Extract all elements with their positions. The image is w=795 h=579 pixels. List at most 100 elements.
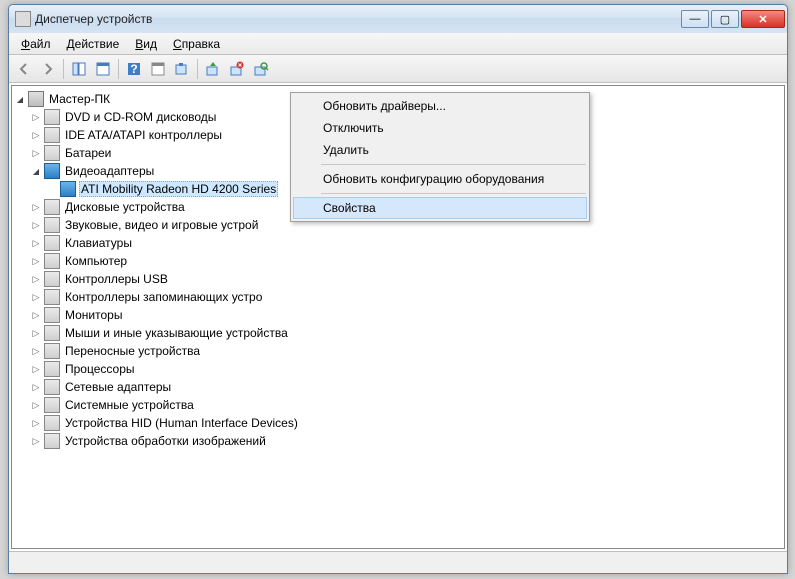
expand-toggle[interactable] bbox=[28, 292, 44, 303]
context-menu: Обновить драйверы... Отключить Удалить О… bbox=[290, 92, 590, 222]
ctx-scan-hardware[interactable]: Обновить конфигурацию оборудования bbox=[293, 168, 587, 190]
expand-toggle[interactable] bbox=[28, 436, 44, 447]
expand-toggle[interactable] bbox=[28, 310, 44, 321]
device-label: Переносные устройства bbox=[63, 343, 202, 359]
menu-help[interactable]: Справка bbox=[167, 35, 226, 53]
device-icon bbox=[44, 253, 60, 269]
scan-hardware-button[interactable] bbox=[250, 58, 272, 80]
maximize-button[interactable]: ▢ bbox=[711, 10, 739, 28]
toolbar-separator bbox=[118, 59, 119, 79]
toolbar: ? bbox=[9, 55, 787, 83]
ctx-properties[interactable]: Свойства bbox=[293, 197, 587, 219]
device-icon bbox=[44, 199, 60, 215]
expand-toggle[interactable] bbox=[28, 112, 44, 123]
device-icon bbox=[44, 271, 60, 287]
tree-category[interactable]: Переносные устройства bbox=[12, 342, 784, 360]
ctx-delete[interactable]: Удалить bbox=[293, 139, 587, 161]
toolbar-separator bbox=[197, 59, 198, 79]
device-icon bbox=[44, 361, 60, 377]
action-button[interactable] bbox=[147, 58, 169, 80]
device-icon bbox=[44, 325, 60, 341]
window-frame: Диспетчер устройств — ▢ ✕ Файл Действие … bbox=[8, 4, 788, 574]
tree-category[interactable]: Мониторы bbox=[12, 306, 784, 324]
device-icon bbox=[44, 433, 60, 449]
toolbar-separator bbox=[63, 59, 64, 79]
tree-category[interactable]: Мыши и иные указывающие устройства bbox=[12, 324, 784, 342]
device-label: Системные устройства bbox=[63, 397, 196, 413]
content-area: Мастер-ПК DVD и CD-ROM дисководы IDE ATA/A… bbox=[9, 83, 787, 551]
device-icon bbox=[44, 127, 60, 143]
device-icon bbox=[44, 217, 60, 233]
properties-button[interactable] bbox=[92, 58, 114, 80]
tree-category[interactable]: Устройства HID (Human Interface Devices) bbox=[12, 414, 784, 432]
expand-toggle[interactable] bbox=[28, 256, 44, 267]
device-label: Контроллеры запоминающих устро bbox=[63, 289, 264, 305]
forward-button[interactable] bbox=[37, 58, 59, 80]
update-driver-button[interactable] bbox=[202, 58, 224, 80]
device-icon bbox=[44, 397, 60, 413]
expand-toggle[interactable] bbox=[28, 382, 44, 393]
device-label: Мастер-ПК bbox=[47, 91, 112, 107]
expand-toggle[interactable] bbox=[28, 238, 44, 249]
expand-toggle[interactable] bbox=[28, 274, 44, 285]
menu-view[interactable]: Вид bbox=[129, 35, 163, 53]
tree-category[interactable]: Контроллеры запоминающих устро bbox=[12, 288, 784, 306]
device-icon bbox=[44, 109, 60, 125]
expand-toggle[interactable] bbox=[28, 346, 44, 357]
device-label: IDE ATA/ATAPI контроллеры bbox=[63, 127, 224, 143]
back-button[interactable] bbox=[13, 58, 35, 80]
device-label: Устройства HID (Human Interface Devices) bbox=[63, 415, 300, 431]
device-label: Мониторы bbox=[63, 307, 124, 323]
ctx-separator bbox=[321, 193, 586, 194]
device-label: DVD и CD-ROM дисководы bbox=[63, 109, 218, 125]
device-label: Видеоадаптеры bbox=[63, 163, 156, 179]
window-title: Диспетчер устройств bbox=[35, 12, 679, 26]
titlebar[interactable]: Диспетчер устройств — ▢ ✕ bbox=[9, 5, 787, 33]
expand-toggle[interactable] bbox=[28, 148, 44, 159]
status-bar bbox=[9, 551, 787, 573]
expand-toggle[interactable] bbox=[28, 202, 44, 213]
device-label: Батареи bbox=[63, 145, 113, 161]
device-icon bbox=[44, 163, 60, 179]
show-hide-tree-button[interactable] bbox=[68, 58, 90, 80]
device-icon bbox=[44, 145, 60, 161]
device-icon bbox=[60, 181, 76, 197]
tree-category[interactable]: Системные устройства bbox=[12, 396, 784, 414]
device-label: Устройства обработки изображений bbox=[63, 433, 268, 449]
device-label: Процессоры bbox=[63, 361, 137, 377]
tree-category[interactable]: Процессоры bbox=[12, 360, 784, 378]
device-icon bbox=[28, 91, 44, 107]
expand-toggle[interactable] bbox=[28, 220, 44, 231]
device-icon bbox=[44, 289, 60, 305]
device-label: Сетевые адаптеры bbox=[63, 379, 173, 395]
expand-toggle[interactable] bbox=[28, 364, 44, 375]
tree-category[interactable]: Клавиатуры bbox=[12, 234, 784, 252]
tree-category[interactable]: Компьютер bbox=[12, 252, 784, 270]
device-label: Компьютер bbox=[63, 253, 129, 269]
ctx-update-drivers[interactable]: Обновить драйверы... bbox=[293, 95, 587, 117]
device-icon bbox=[44, 307, 60, 323]
menu-action[interactable]: Действие bbox=[61, 35, 126, 53]
tree-category[interactable]: Устройства обработки изображений bbox=[12, 432, 784, 450]
tree-category[interactable]: Контроллеры USB bbox=[12, 270, 784, 288]
expand-toggle[interactable] bbox=[12, 95, 28, 104]
menu-file[interactable]: Файл bbox=[15, 35, 57, 53]
device-icon bbox=[44, 235, 60, 251]
device-tree[interactable]: Мастер-ПК DVD и CD-ROM дисководы IDE ATA/A… bbox=[11, 85, 785, 549]
device-label: Клавиатуры bbox=[63, 235, 134, 251]
device-label: Дисковые устройства bbox=[63, 199, 187, 215]
expand-toggle[interactable] bbox=[28, 418, 44, 429]
uninstall-button[interactable] bbox=[226, 58, 248, 80]
expand-toggle[interactable] bbox=[28, 328, 44, 339]
expand-toggle[interactable] bbox=[28, 167, 44, 176]
tree-category[interactable]: Сетевые адаптеры bbox=[12, 378, 784, 396]
expand-toggle[interactable] bbox=[28, 400, 44, 411]
minimize-button[interactable]: — bbox=[681, 10, 709, 28]
refresh-button[interactable] bbox=[171, 58, 193, 80]
close-button[interactable]: ✕ bbox=[741, 10, 785, 28]
device-icon bbox=[44, 415, 60, 431]
help-button[interactable]: ? bbox=[123, 58, 145, 80]
device-icon bbox=[44, 379, 60, 395]
expand-toggle[interactable] bbox=[28, 130, 44, 141]
ctx-disable[interactable]: Отключить bbox=[293, 117, 587, 139]
